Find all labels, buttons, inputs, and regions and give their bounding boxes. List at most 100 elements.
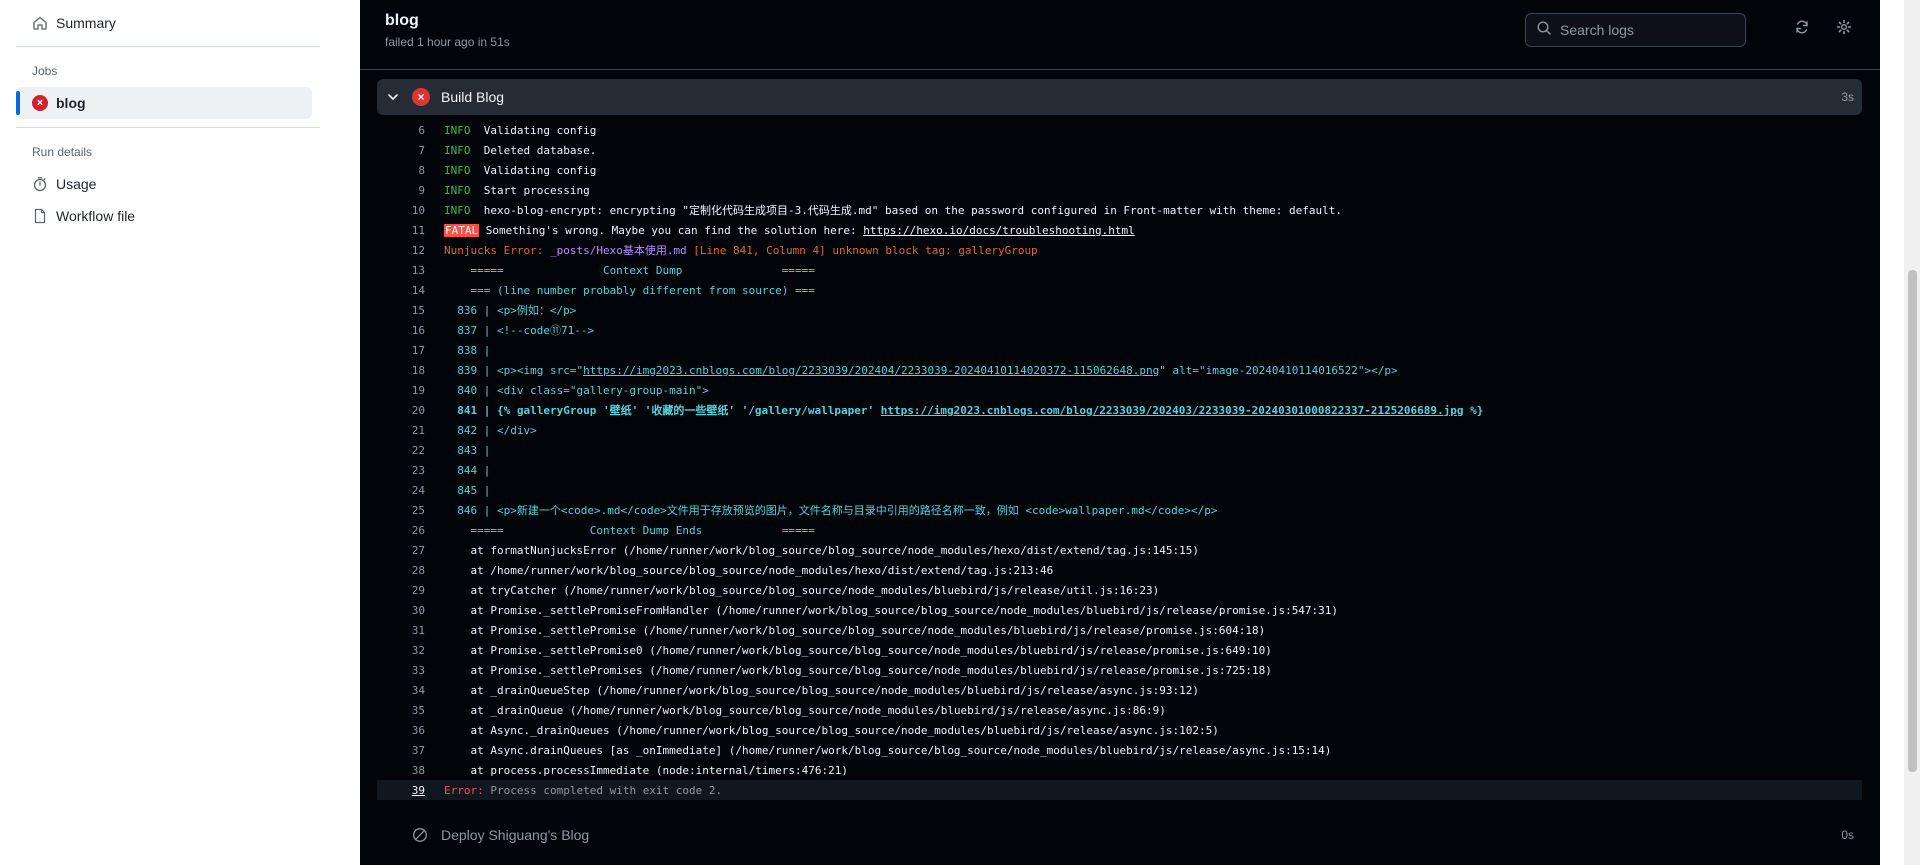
log-line-number[interactable]: 23 <box>377 464 425 477</box>
log-segment: INFO <box>444 204 471 217</box>
log-segment: ===== Context Dump ===== <box>444 263 815 277</box>
log-line-number[interactable]: 16 <box>377 324 425 337</box>
log-segment: at Async.drainQueues [as _onImmediate] (… <box>444 743 1332 757</box>
log-line-text: 844 | <box>444 464 490 477</box>
log-line-number[interactable]: 30 <box>377 604 425 617</box>
log-line-number[interactable]: 6 <box>377 124 425 137</box>
fatal-badge: FATAL <box>444 223 480 237</box>
log-segment: %} <box>1463 404 1484 417</box>
log-segment: _posts/Hexo基本使用.md <box>549 244 687 257</box>
log-segment: " alt="image-20240410114016522"></p> <box>1159 363 1398 377</box>
sidebar-item-usage[interactable]: Usage <box>16 168 312 200</box>
log-link[interactable]: https://hexo.io/docs/troubleshooting.htm… <box>863 224 1135 237</box>
log-line-number[interactable]: 27 <box>377 544 425 557</box>
stopwatch-icon <box>32 176 48 192</box>
log-line: 37 at Async.drainQueues [as _onImmediate… <box>377 740 1862 760</box>
log-line-text: 846 | <p>新建一个<code>.md</code>文件用于存放预览的图片… <box>444 502 1217 518</box>
log-line: 9 INFO Start processing <box>377 180 1862 200</box>
log-line-number[interactable]: 21 <box>377 424 425 437</box>
log-line-number[interactable]: 32 <box>377 644 425 657</box>
refresh-button[interactable] <box>1790 17 1814 41</box>
log-segment: 843 | <box>444 443 491 457</box>
log-segment: 845 | <box>444 483 491 497</box>
log-line-number[interactable]: 24 <box>377 484 425 497</box>
x-circle-icon: × <box>412 88 430 106</box>
log-line-number[interactable]: 13 <box>377 264 425 277</box>
log-line: 38 at process.processImmediate (node:int… <box>377 760 1862 780</box>
log-line-number[interactable]: 8 <box>377 164 425 177</box>
settings-button[interactable] <box>1832 17 1856 41</box>
log-line-number[interactable]: 20 <box>377 404 425 417</box>
log-segment: Something's wrong. Maybe you can find th… <box>479 223 864 237</box>
scrollbar-thumb[interactable] <box>1908 270 1917 772</box>
log-line-number[interactable]: 28 <box>377 564 425 577</box>
sidebar-item-label: Usage <box>56 176 97 192</box>
log-line-number[interactable]: 15 <box>377 304 425 317</box>
log-line-number[interactable]: 17 <box>377 344 425 357</box>
sidebar-item-job-blog[interactable]: × blog <box>16 87 312 119</box>
sidebar-divider <box>16 127 320 128</box>
page-scrollbar[interactable] <box>1904 0 1920 865</box>
log-line-number[interactable]: 34 <box>377 684 425 697</box>
log-line-number[interactable]: 11 <box>377 224 425 237</box>
log-segment: 837 | <!--code⑪71--> <box>444 324 595 337</box>
log-line: 33 at Promise._settlePromises (/home/run… <box>377 660 1862 680</box>
log-line-text: 843 | <box>444 444 490 457</box>
sidebar-item-summary[interactable]: Summary <box>16 7 312 39</box>
log-segment: hexo-blog-encrypt: encrypting "定制化代码生成项目… <box>470 204 1342 217</box>
log-line-number[interactable]: 38 <box>377 764 425 777</box>
log-line-number[interactable]: 18 <box>377 364 425 377</box>
log-line: 26 ===== Context Dump Ends ===== <box>377 520 1862 540</box>
log-line-text: 842 | </div> <box>444 423 537 437</box>
log-line-text: at process.processImmediate (node:intern… <box>444 764 848 777</box>
job-status-text: failed 1 hour ago in 51s <box>385 35 510 49</box>
log-line-text: 837 | <!--code⑪71--> <box>444 322 594 338</box>
active-indicator <box>16 91 20 115</box>
step-duration: 0s <box>1841 828 1854 842</box>
log-segment: 842 | </div> <box>444 423 537 437</box>
x-circle-icon: × <box>32 95 48 111</box>
file-icon <box>32 208 48 224</box>
log-line-text: at Promise._settlePromise0 (/home/runner… <box>444 644 1271 657</box>
step-deploy-blog[interactable]: Deploy Shiguang's Blog 0s <box>377 818 1862 852</box>
log-segment: [Line 841, Column 4] unknown block tag: … <box>686 244 1038 257</box>
log-link[interactable]: https://img2023.cnblogs.com/blog/2233039… <box>583 364 1159 377</box>
log-line-number[interactable]: 31 <box>377 624 425 637</box>
log-line-number[interactable]: 14 <box>377 284 425 297</box>
log-link[interactable]: https://img2023.cnblogs.com/blog/2233039… <box>881 404 1464 417</box>
log-line-number[interactable]: 12 <box>377 244 425 257</box>
log-segment: 846 | <p>新建一个<code>.md</code>文件用于存放预览的图片… <box>444 504 1218 517</box>
log-line-number[interactable]: 33 <box>377 664 425 677</box>
log-line-number[interactable]: 29 <box>377 584 425 597</box>
skip-icon <box>412 827 428 843</box>
log-line-number[interactable]: 19 <box>377 384 425 397</box>
log-line-text: at Async._drainQueues (/home/runner/work… <box>444 724 1218 737</box>
log-line-number[interactable]: 22 <box>377 444 425 457</box>
log-line-text: at tryCatcher (/home/runner/work/blog_so… <box>444 584 1159 597</box>
step-build-blog[interactable]: × Build Blog 3s <box>377 79 1862 115</box>
log-line: 32 at Promise._settlePromise0 (/home/run… <box>377 640 1862 660</box>
log-line-number[interactable]: 26 <box>377 524 425 537</box>
chevron-down-icon[interactable] <box>385 89 401 105</box>
log-line-number[interactable]: 37 <box>377 744 425 757</box>
log-line: 15 836 | <p>例如：</p> <box>377 300 1862 320</box>
log-line: 27 at formatNunjucksError (/home/runner/… <box>377 540 1862 560</box>
search-logs-box[interactable] <box>1525 13 1746 47</box>
log-segment: Process completed with exit code 2. <box>483 783 723 797</box>
log-line-text: at Async.drainQueues [as _onImmediate] (… <box>444 744 1331 757</box>
log-line-number[interactable]: 36 <box>377 724 425 737</box>
log-line: 6 INFO Validating config <box>377 120 1862 140</box>
log-line-number[interactable]: 39 <box>377 784 425 797</box>
log-segment: INFO <box>444 183 471 197</box>
log-line-number[interactable]: 35 <box>377 704 425 717</box>
sidebar-item-workflow-file[interactable]: Workflow file <box>16 200 312 232</box>
log-line-text: ===== Context Dump ===== <box>444 263 815 277</box>
log-line-number[interactable]: 10 <box>377 204 425 217</box>
log-line-number[interactable]: 7 <box>377 144 425 157</box>
log-segment: at _drainQueue (/home/runner/work/blog_s… <box>444 703 1166 717</box>
log-line-number[interactable]: 25 <box>377 504 425 517</box>
sidebar-divider <box>16 46 320 47</box>
search-logs-input[interactable] <box>1560 22 1740 38</box>
log-line-text: at Promise._settlePromises (/home/runner… <box>444 664 1271 677</box>
log-line-number[interactable]: 9 <box>377 184 425 197</box>
